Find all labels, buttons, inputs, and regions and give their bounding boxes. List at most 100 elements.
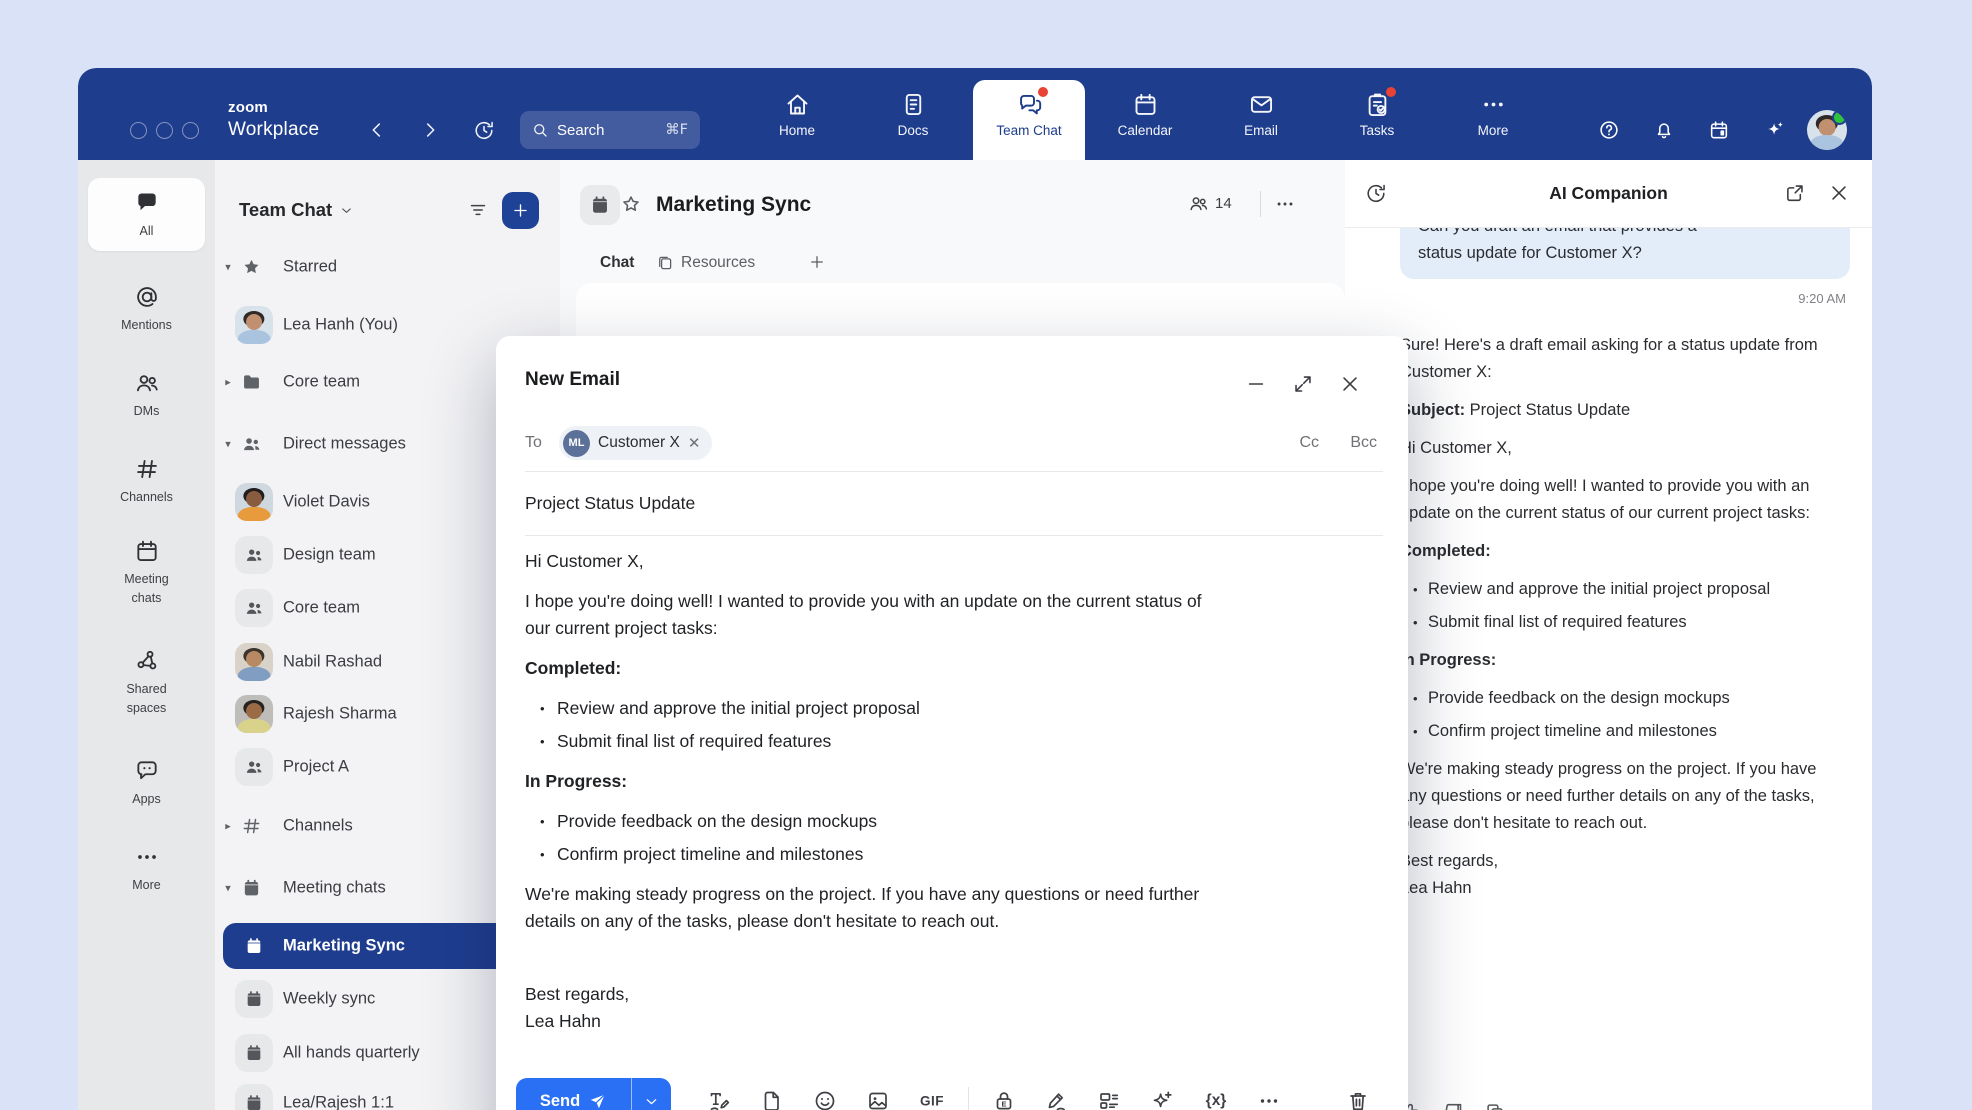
more-options-icon[interactable] xyxy=(1274,193,1296,215)
notification-dot xyxy=(1038,87,1048,97)
recipient-avatar: ML xyxy=(563,430,590,457)
section-starred[interactable]: ▾Starred xyxy=(215,241,560,293)
meeting-calendar-icon xyxy=(235,927,273,965)
navbar-tab-home[interactable]: Home xyxy=(739,68,855,160)
template-icon[interactable] xyxy=(1097,1089,1121,1110)
history-icon[interactable] xyxy=(473,119,495,141)
help-icon[interactable] xyxy=(1598,119,1620,141)
rail-item-meeting-chats[interactable]: Meetingchats xyxy=(86,538,207,609)
chat-list-title-dropdown[interactable]: Team Chat xyxy=(239,188,354,232)
chevron-down-icon xyxy=(339,203,354,218)
encrypt-icon[interactable]: E xyxy=(992,1089,1016,1110)
rail-item-shared-spaces[interactable]: Sharedspaces xyxy=(86,648,207,719)
tab-resources[interactable]: Resources xyxy=(656,254,755,272)
rail-item-channels[interactable]: Channels xyxy=(86,456,207,507)
send-button[interactable]: Send xyxy=(516,1078,671,1110)
star-icon[interactable] xyxy=(620,193,642,215)
calendar-day-icon[interactable] xyxy=(1708,119,1730,141)
notifications-icon[interactable] xyxy=(1653,119,1675,141)
ai-companion-icon[interactable] xyxy=(1764,119,1786,141)
recipient-name: Customer X xyxy=(598,434,680,452)
caret-down-icon[interactable]: ▾ xyxy=(221,261,235,274)
add-tab-icon[interactable] xyxy=(808,253,826,271)
more-icon xyxy=(134,844,160,870)
image-icon[interactable] xyxy=(866,1089,890,1110)
navbar-tab-more[interactable]: More xyxy=(1435,68,1551,160)
top-navbar: zoom Workplace Search ⌘F HomeDocsTeam Ch… xyxy=(78,68,1872,160)
email-body-editor[interactable]: Hi Customer X,I hope you're doing well! … xyxy=(525,548,1225,1048)
cc-button[interactable]: Cc xyxy=(1299,434,1319,452)
tab-chat[interactable]: Chat xyxy=(600,254,634,272)
avatar xyxy=(235,695,273,733)
search-input[interactable]: Search ⌘F xyxy=(520,111,700,149)
group-icon xyxy=(235,589,273,627)
remove-recipient-icon[interactable]: ✕ xyxy=(688,436,701,451)
members-count-button[interactable]: 14 xyxy=(1188,193,1232,214)
minimize-icon[interactable] xyxy=(1245,373,1267,395)
caret-down-icon[interactable]: ▾ xyxy=(221,438,235,451)
calendar-icon xyxy=(134,538,160,564)
recipient-chip[interactable]: ML Customer X ✕ xyxy=(559,426,712,460)
caret-down-icon[interactable]: ▾ xyxy=(221,882,235,895)
traffic-light-zoom-icon[interactable] xyxy=(182,122,199,139)
page-title: Marketing Sync xyxy=(656,185,811,225)
filter-icon[interactable] xyxy=(467,199,489,221)
add-chat-button[interactable] xyxy=(502,192,539,229)
signature-icon[interactable] xyxy=(1044,1089,1068,1110)
variables-icon[interactable]: {x} xyxy=(1206,1092,1227,1110)
ai-feedback-bar xyxy=(1400,1101,1506,1110)
caret-right-icon[interactable]: ▸ xyxy=(221,820,235,833)
ai-response-text: Sure! Here's a draft email asking for a … xyxy=(1400,324,1846,913)
chat-list-header: Team Chat xyxy=(215,188,560,232)
meeting-calendar-icon xyxy=(235,980,273,1018)
rail-item-mentions[interactable]: Mentions xyxy=(86,284,207,335)
open-in-new-icon[interactable] xyxy=(1784,182,1806,204)
modal-title: New Email xyxy=(525,369,620,391)
avatar[interactable] xyxy=(1807,110,1847,150)
subject-field[interactable]: Project Status Update xyxy=(525,484,695,522)
search-placeholder: Search xyxy=(557,122,665,139)
send-options-dropdown[interactable] xyxy=(632,1078,671,1110)
people-icon xyxy=(241,434,262,455)
header-divider xyxy=(1260,191,1261,217)
attach-file-icon[interactable] xyxy=(760,1089,784,1110)
emoji-icon[interactable] xyxy=(813,1089,837,1110)
send-label: Send xyxy=(540,1092,580,1110)
navbar-tab-docs[interactable]: Docs xyxy=(855,68,971,160)
close-icon[interactable] xyxy=(1828,182,1850,204)
back-icon[interactable] xyxy=(366,119,388,141)
more-icon[interactable] xyxy=(1257,1089,1281,1110)
caret-right-icon[interactable]: ▸ xyxy=(221,376,235,389)
thumb-down-icon[interactable] xyxy=(1442,1101,1464,1110)
ai-companion-panel: AI Companion Can you draft an email that… xyxy=(1345,160,1872,1110)
bcc-button[interactable]: Bcc xyxy=(1350,434,1377,452)
rail-item-apps[interactable]: Apps xyxy=(86,758,207,809)
traffic-light-minimize-icon[interactable] xyxy=(156,122,173,139)
members-icon xyxy=(1188,193,1209,214)
to-field[interactable]: To ML Customer X ✕ Cc Bcc xyxy=(525,424,1385,462)
forward-icon[interactable] xyxy=(419,119,441,141)
copy-icon[interactable] xyxy=(1484,1101,1506,1110)
ai-conversation: Can you draft an email that provides a s… xyxy=(1345,228,1872,1110)
rail-item-all[interactable]: All xyxy=(88,178,205,251)
user-message-bubble: Can you draft an email that provides a s… xyxy=(1400,228,1850,279)
expand-icon[interactable] xyxy=(1292,373,1314,395)
presence-dot xyxy=(1832,110,1847,125)
delete-icon[interactable] xyxy=(1346,1089,1370,1110)
to-label: To xyxy=(525,434,542,452)
close-icon[interactable] xyxy=(1339,373,1361,395)
member-count: 14 xyxy=(1215,195,1232,212)
navbar-tab-team-chat[interactable]: Team Chat xyxy=(971,68,1087,160)
navbar-tab-calendar[interactable]: Calendar xyxy=(1087,68,1203,160)
traffic-light-close-icon[interactable] xyxy=(130,122,147,139)
rail-item-more[interactable]: More xyxy=(86,844,207,895)
navbar-tab-tasks[interactable]: Tasks xyxy=(1319,68,1435,160)
rail-item-dms[interactable]: DMs xyxy=(86,370,207,421)
navbar-tab-email[interactable]: Email xyxy=(1203,68,1319,160)
meeting-calendar-icon xyxy=(235,1084,273,1110)
tasks-icon xyxy=(1364,91,1391,118)
ai-compose-icon[interactable] xyxy=(1150,1089,1174,1110)
gif-icon[interactable]: GIF xyxy=(920,1094,944,1109)
meeting-calendar-icon xyxy=(235,1034,273,1072)
text-format-icon[interactable] xyxy=(707,1089,731,1110)
